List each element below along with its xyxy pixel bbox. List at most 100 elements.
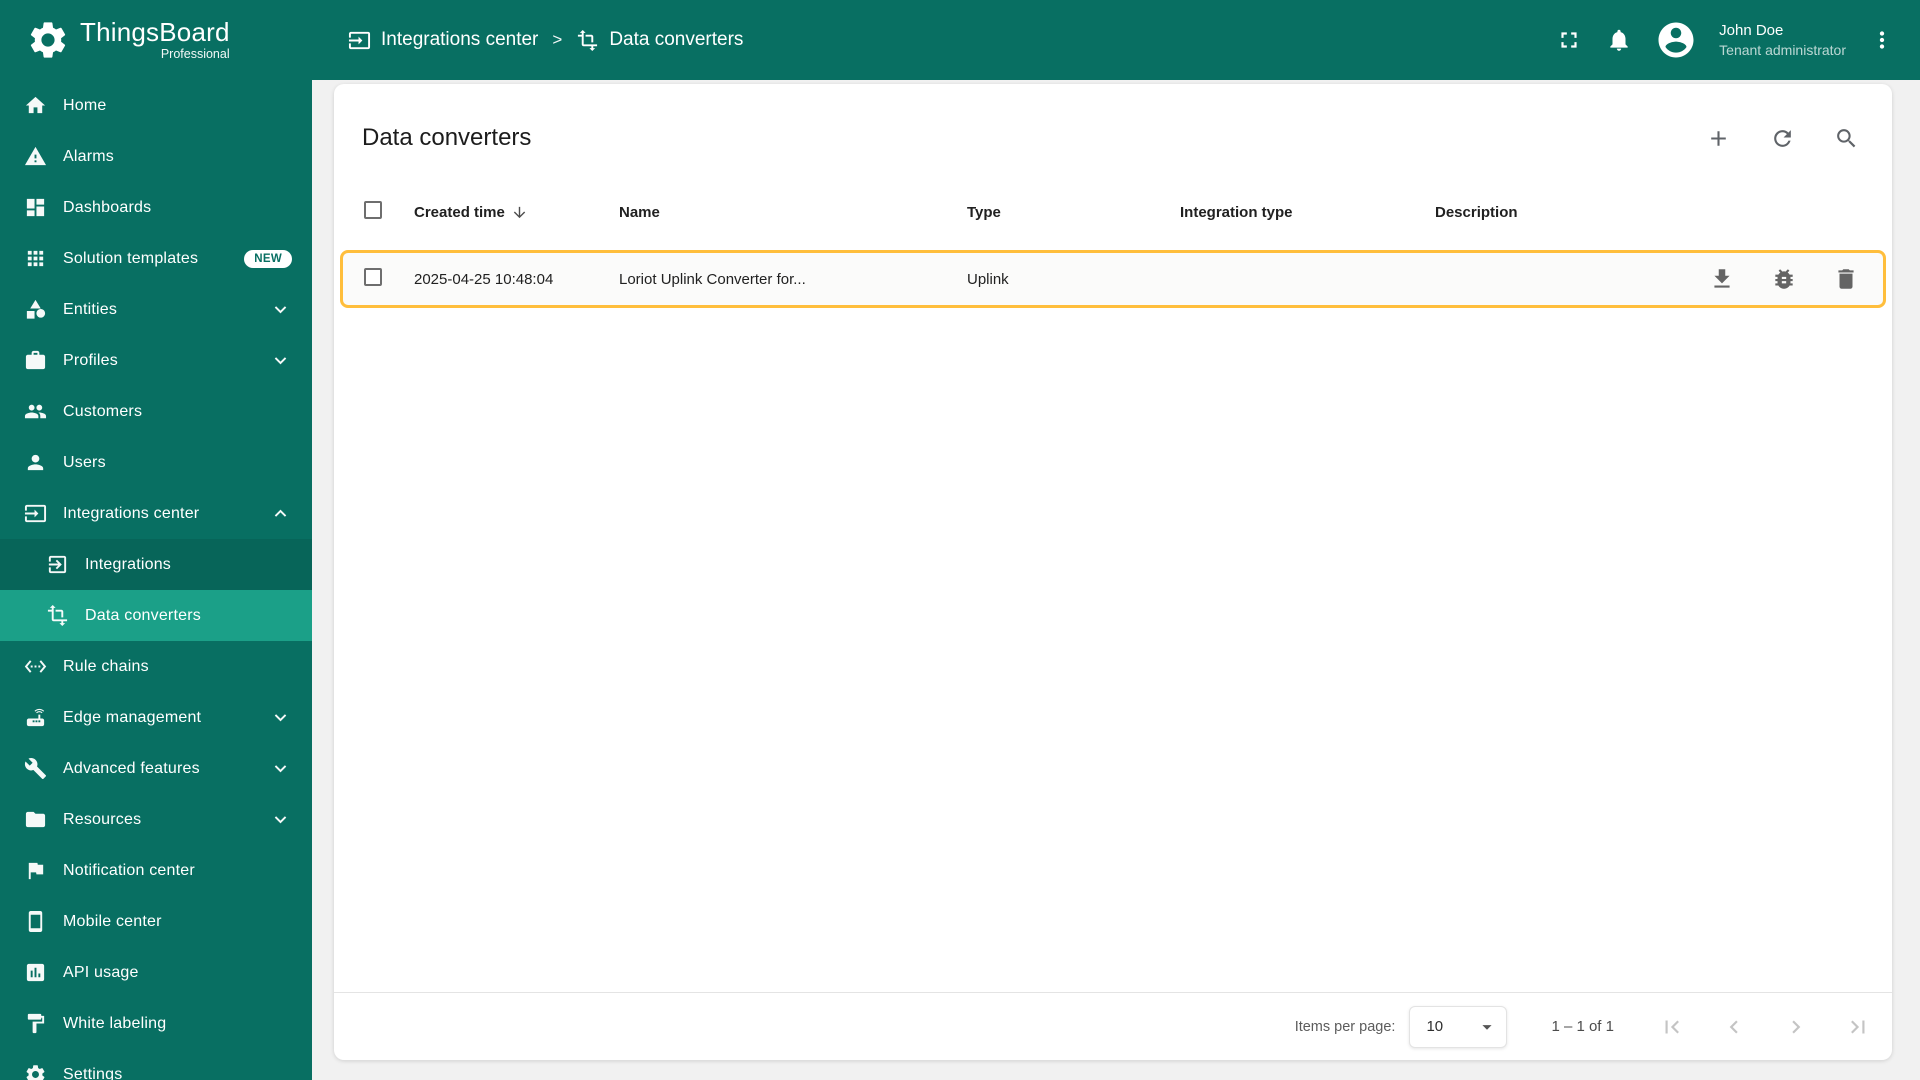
- page-title: Data converters: [362, 124, 532, 151]
- pagination: Items per page: 10 1 – 1 of 1: [334, 992, 1892, 1060]
- breadcrumb-integrations-center[interactable]: Integrations center: [348, 29, 538, 52]
- sidebar-item-white-labeling[interactable]: White labeling: [0, 998, 312, 1049]
- notifications-icon: [1606, 27, 1632, 53]
- sidebar-item-alarms[interactable]: Alarms: [0, 131, 312, 182]
- chevron-down-icon: [269, 298, 292, 321]
- breadcrumb-data-converters[interactable]: Data converters: [576, 29, 743, 52]
- sidebar-item-customers[interactable]: Customers: [0, 386, 312, 437]
- table-row[interactable]: 2025-04-25 10:48:04 Loriot Uplink Conver…: [340, 250, 1886, 308]
- sidebar-item-edge-management[interactable]: Edge management: [0, 692, 312, 743]
- breadcrumb-label: Data converters: [609, 29, 744, 50]
- download-icon: [1709, 266, 1735, 292]
- column-created-time[interactable]: Created time: [414, 204, 619, 221]
- more-menu-button[interactable]: [1868, 26, 1896, 54]
- cell-created-time: 2025-04-25 10:48:04: [414, 270, 554, 288]
- sidebar-item-label: Rule chains: [63, 657, 149, 675]
- sidebar-item-data-converters[interactable]: Data converters: [0, 590, 312, 641]
- sidebar-item-label: Resources: [63, 810, 142, 828]
- sidebar-item-label: Integrations center: [63, 504, 200, 522]
- sidebar-item-home[interactable]: Home: [0, 80, 312, 131]
- alarms-icon: [24, 145, 47, 168]
- breadcrumb-label: Integrations center: [381, 29, 539, 50]
- search-button[interactable]: [1832, 124, 1860, 152]
- column-name[interactable]: Name: [619, 204, 967, 221]
- prev-page-button[interactable]: [1720, 1013, 1748, 1041]
- fullscreen-icon: [1556, 27, 1582, 53]
- avatar[interactable]: [1655, 19, 1697, 61]
- sidebar-item-solution-templates[interactable]: Solution templates NEW: [0, 233, 312, 284]
- sidebar-item-api-usage[interactable]: API usage: [0, 947, 312, 998]
- first-page-button[interactable]: [1658, 1013, 1686, 1041]
- debug-converter-button[interactable]: [1771, 265, 1797, 293]
- select-all-cell: [334, 200, 414, 224]
- items-per-page-label: Items per page:: [1294, 1018, 1396, 1035]
- fullscreen-button[interactable]: [1555, 26, 1583, 54]
- chevron-down-icon: [269, 706, 292, 729]
- delete-converter-button[interactable]: [1833, 265, 1859, 293]
- data-converters-icon: [576, 29, 599, 52]
- table-body: 2025-04-25 10:48:04 Loriot Uplink Conver…: [334, 240, 1892, 992]
- notifications-button[interactable]: [1605, 26, 1633, 54]
- sidebar-item-integrations-center[interactable]: Integrations center: [0, 488, 312, 539]
- card-header: Data converters: [334, 84, 1892, 184]
- column-integration-type[interactable]: Integration type: [1180, 204, 1435, 221]
- add-converter-button[interactable]: [1704, 124, 1732, 152]
- chevron-down-icon: [269, 808, 292, 831]
- settings-icon: [24, 1063, 47, 1080]
- next-page-button[interactable]: [1782, 1013, 1810, 1041]
- sidebar-item-label: Users: [63, 453, 106, 471]
- customers-icon: [24, 400, 47, 423]
- column-description[interactable]: Description: [1435, 204, 1722, 221]
- sidebar-item-notification-center[interactable]: Notification center: [0, 845, 312, 896]
- brand: ThingsBoard Professional: [80, 18, 230, 62]
- integrations-icon: [46, 553, 69, 576]
- sidebar-item-settings[interactable]: Settings: [0, 1049, 312, 1080]
- sidebar: Home Alarms Dashboards Solution template…: [0, 80, 312, 1080]
- sort-desc-icon: [511, 204, 528, 221]
- column-label: Created time: [414, 203, 505, 221]
- debug-icon: [1771, 266, 1797, 292]
- cell-name: Loriot Uplink Converter for...: [619, 270, 806, 288]
- header-actions: John Doe Tenant administrator: [1555, 19, 1920, 61]
- user-name: John Doe: [1719, 22, 1784, 40]
- card-actions: [1704, 124, 1860, 152]
- row-checkbox[interactable]: [364, 267, 382, 286]
- chevron-down-icon: [269, 757, 292, 780]
- sidebar-item-profiles[interactable]: Profiles: [0, 335, 312, 386]
- items-per-page-value: 10: [1426, 1018, 1444, 1035]
- sidebar-item-rule-chains[interactable]: Rule chains: [0, 641, 312, 692]
- advanced-features-icon: [24, 757, 47, 780]
- sidebar-item-label: Data converters: [85, 606, 201, 624]
- sidebar-item-entities[interactable]: Entities: [0, 284, 312, 335]
- user-info[interactable]: John Doe Tenant administrator: [1719, 21, 1846, 59]
- row-actions: [1731, 265, 1883, 293]
- download-converter-button[interactable]: [1709, 265, 1735, 293]
- main-content: Data converters Created time Name Type I…: [312, 80, 1920, 1080]
- logo[interactable]: ThingsBoard Professional: [0, 18, 312, 62]
- refresh-button[interactable]: [1768, 124, 1796, 152]
- sidebar-item-label: Solution templates: [63, 249, 199, 267]
- chevron-down-icon: [269, 349, 292, 372]
- integrations-center-icon: [24, 502, 47, 525]
- white-labeling-icon: [24, 1012, 47, 1035]
- last-page-button[interactable]: [1844, 1013, 1872, 1041]
- sidebar-item-label: Settings: [63, 1065, 123, 1080]
- sidebar-item-mobile-center[interactable]: Mobile center: [0, 896, 312, 947]
- sidebar-item-dashboards[interactable]: Dashboards: [0, 182, 312, 233]
- entities-icon: [24, 298, 47, 321]
- brand-edition: Professional: [160, 47, 230, 62]
- integrations-center-submenu: Integrations Data converters: [0, 539, 312, 641]
- items-per-page-select[interactable]: 10: [1409, 1005, 1508, 1048]
- sidebar-item-users[interactable]: Users: [0, 437, 312, 488]
- table-header: Created time Name Type Integration type …: [334, 184, 1892, 240]
- sidebar-item-resources[interactable]: Resources: [0, 794, 312, 845]
- select-all-checkbox[interactable]: [364, 200, 382, 219]
- sidebar-item-integrations[interactable]: Integrations: [0, 539, 312, 590]
- sidebar-item-advanced-features[interactable]: Advanced features: [0, 743, 312, 794]
- breadcrumb: Integrations center > Data converters: [348, 29, 743, 52]
- sidebar-item-label: White labeling: [63, 1014, 167, 1032]
- data-converters-card: Data converters Created time Name Type I…: [334, 84, 1892, 1060]
- column-type[interactable]: Type: [967, 204, 1180, 221]
- last-page-icon: [1845, 1014, 1871, 1040]
- edge-management-icon: [24, 706, 47, 729]
